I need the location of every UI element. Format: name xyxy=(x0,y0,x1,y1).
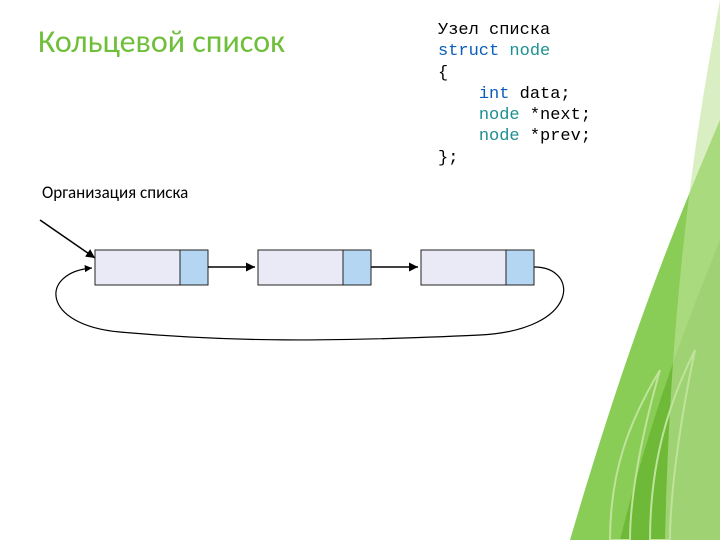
list-node xyxy=(421,250,534,285)
code-label: Узел списка xyxy=(438,21,550,40)
code-prev-type: node xyxy=(479,127,520,146)
entry-arrow xyxy=(40,220,95,258)
list-node xyxy=(258,250,371,285)
slide-title: Кольцевой список xyxy=(38,22,285,61)
code-open-brace: { xyxy=(438,64,448,83)
list-node xyxy=(95,250,208,285)
code-next-rest: *next; xyxy=(520,106,591,125)
code-block: Узел списка struct node { int data; node… xyxy=(438,20,591,169)
code-close-brace: }; xyxy=(438,149,458,168)
code-next-type: node xyxy=(479,106,520,125)
code-prev-rest: *prev; xyxy=(520,127,591,146)
subheader: Организация списка xyxy=(42,182,188,203)
code-int-rest: data; xyxy=(509,85,570,104)
code-struct-kw: struct xyxy=(438,42,499,61)
circular-list-diagram xyxy=(0,210,600,410)
code-int-kw: int xyxy=(479,85,510,104)
code-struct-name: node xyxy=(509,42,550,61)
